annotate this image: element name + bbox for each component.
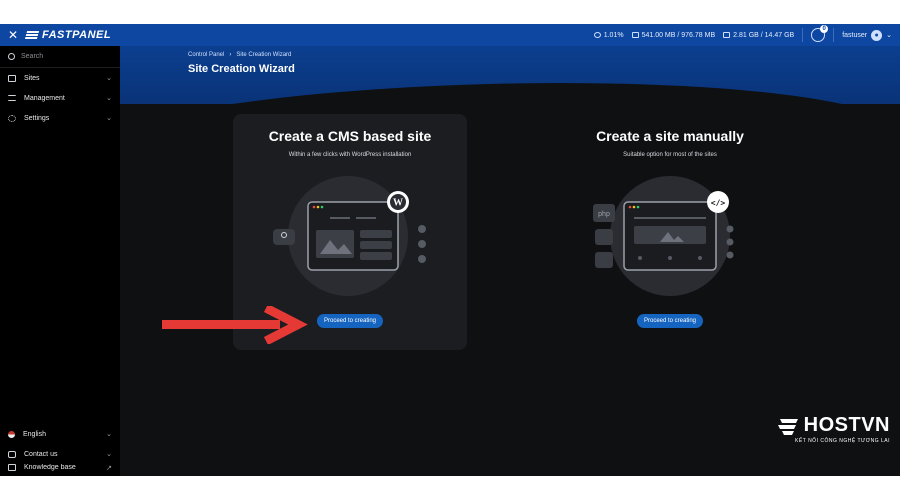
sidebar-item-management[interactable]: Management ⌄ — [0, 88, 120, 108]
chevron-down-icon: ⌄ — [106, 431, 112, 438]
chevron-down-icon: ⌄ — [106, 75, 112, 82]
language-selector[interactable]: English ⌄ — [0, 424, 120, 444]
avatar: ● — [871, 29, 883, 41]
card-title: Create a CMS based site — [268, 128, 432, 144]
breadcrumb-item[interactable]: Control Panel — [188, 52, 224, 58]
svg-text:</>: </> — [711, 199, 726, 208]
sidebar: Search Sites ⌄ Management ⌄ Settings ⌄ E… — [0, 46, 120, 476]
language-label: English — [23, 430, 46, 438]
sidebar-item-sites[interactable]: Sites ⌄ — [0, 68, 120, 88]
sidebar-item-knowledge-base[interactable]: Knowledge base ↗ — [0, 464, 120, 476]
manual-site-card[interactable]: Create a site manually Suitable option f… — [553, 114, 787, 350]
ram-stat: 541.00 MB / 976.78 MB — [631, 31, 716, 39]
breadcrumb-separator: › — [229, 52, 232, 58]
browser-icon — [8, 74, 16, 82]
ram-value: 541.00 MB / 976.78 MB — [641, 31, 716, 39]
sidebar-item-label: Management — [24, 94, 65, 102]
close-icon[interactable]: ✕ — [0, 28, 26, 42]
notifications-icon[interactable]: 0 — [811, 25, 829, 42]
chevron-down-icon: ⌄ — [106, 451, 112, 458]
knowledge-label: Knowledge base — [24, 464, 76, 471]
arrow-annotation — [162, 306, 308, 344]
notification-count: 0 — [820, 25, 829, 33]
hostvn-brand: HOSTVN KẾT NỐI CÔNG NGHỆ TƯƠNG LAI — [777, 414, 890, 444]
breadcrumb: Control Panel › Site Creation Wizard — [188, 52, 291, 58]
sidebar-bottom: English ⌄ Contact us ⌄ Knowledge base ↗ — [0, 424, 120, 476]
page-title: Site Creation Wizard — [188, 63, 295, 75]
logo-text: FASTPANEL — [42, 29, 112, 41]
top-bar: ✕ FASTPANEL 1.01% 541.00 MB / 976.78 MB … — [0, 24, 900, 46]
sidebar-item-contact[interactable]: Contact us ⌄ — [0, 444, 120, 464]
gear-icon — [8, 114, 16, 122]
proceed-cms-button[interactable]: Proceed to creating — [316, 314, 384, 328]
svg-text:W: W — [393, 198, 403, 209]
divider — [833, 28, 835, 42]
card-subtitle: Suitable option for most of the sites — [623, 152, 717, 158]
external-link-icon: ↗ — [106, 465, 112, 472]
search-input[interactable]: Search — [0, 46, 120, 68]
card-title: Create a site manually — [596, 128, 744, 144]
manual-illustration: php </> — [593, 176, 734, 296]
disk-stat: 2.81 GB / 14.47 GB — [723, 32, 794, 39]
disk-value: 2.81 GB / 14.47 GB — [733, 31, 795, 39]
chat-icon — [8, 450, 16, 458]
book-icon — [8, 464, 16, 471]
flag-icon — [8, 430, 15, 438]
memory-icon — [631, 32, 639, 38]
chevron-down-icon: ⌄ — [886, 32, 892, 39]
sidebar-item-label: Settings — [24, 114, 50, 122]
app-window: ✕ FASTPANEL 1.01% 541.00 MB / 976.78 MB … — [0, 24, 900, 476]
chevron-down-icon: ⌄ — [106, 95, 112, 102]
logo-icon — [24, 31, 40, 39]
cms-illustration: W — [273, 176, 426, 296]
proceed-manual-button[interactable]: Proceed to creating — [636, 314, 704, 328]
search-icon — [8, 53, 15, 60]
brand-tagline: KẾT NỐI CÔNG NGHỆ TƯƠNG LAI — [795, 438, 890, 444]
server-stats: 1.01% 541.00 MB / 976.78 MB 2.81 GB / 14… — [593, 24, 900, 46]
search-placeholder: Search — [21, 53, 44, 60]
contact-label: Contact us — [24, 450, 58, 458]
hostvn-logo-icon — [777, 418, 798, 435]
cpu-stat: 1.01% — [593, 31, 624, 39]
cpu-value: 1.01% — [603, 31, 624, 39]
sidebar-item-label: Sites — [24, 74, 40, 82]
disk-icon — [723, 32, 731, 38]
user-menu[interactable]: fastuser ● ⌄ — [842, 29, 892, 41]
page-header: Control Panel › Site Creation Wizard Sit… — [120, 46, 900, 104]
fastpanel-logo[interactable]: FASTPANEL — [24, 29, 112, 41]
breadcrumb-item: Site Creation Wizard — [236, 52, 292, 58]
username: fastuser — [842, 31, 868, 39]
sidebar-item-settings[interactable]: Settings ⌄ — [0, 108, 120, 128]
divider — [802, 28, 804, 42]
php-label: php — [598, 211, 610, 218]
chevron-down-icon: ⌄ — [106, 115, 112, 122]
cpu-icon — [593, 32, 601, 38]
sliders-icon — [8, 95, 16, 101]
brand-name: HOSTVN — [803, 414, 890, 436]
card-subtitle: Within a few clicks with WordPress insta… — [288, 152, 412, 158]
